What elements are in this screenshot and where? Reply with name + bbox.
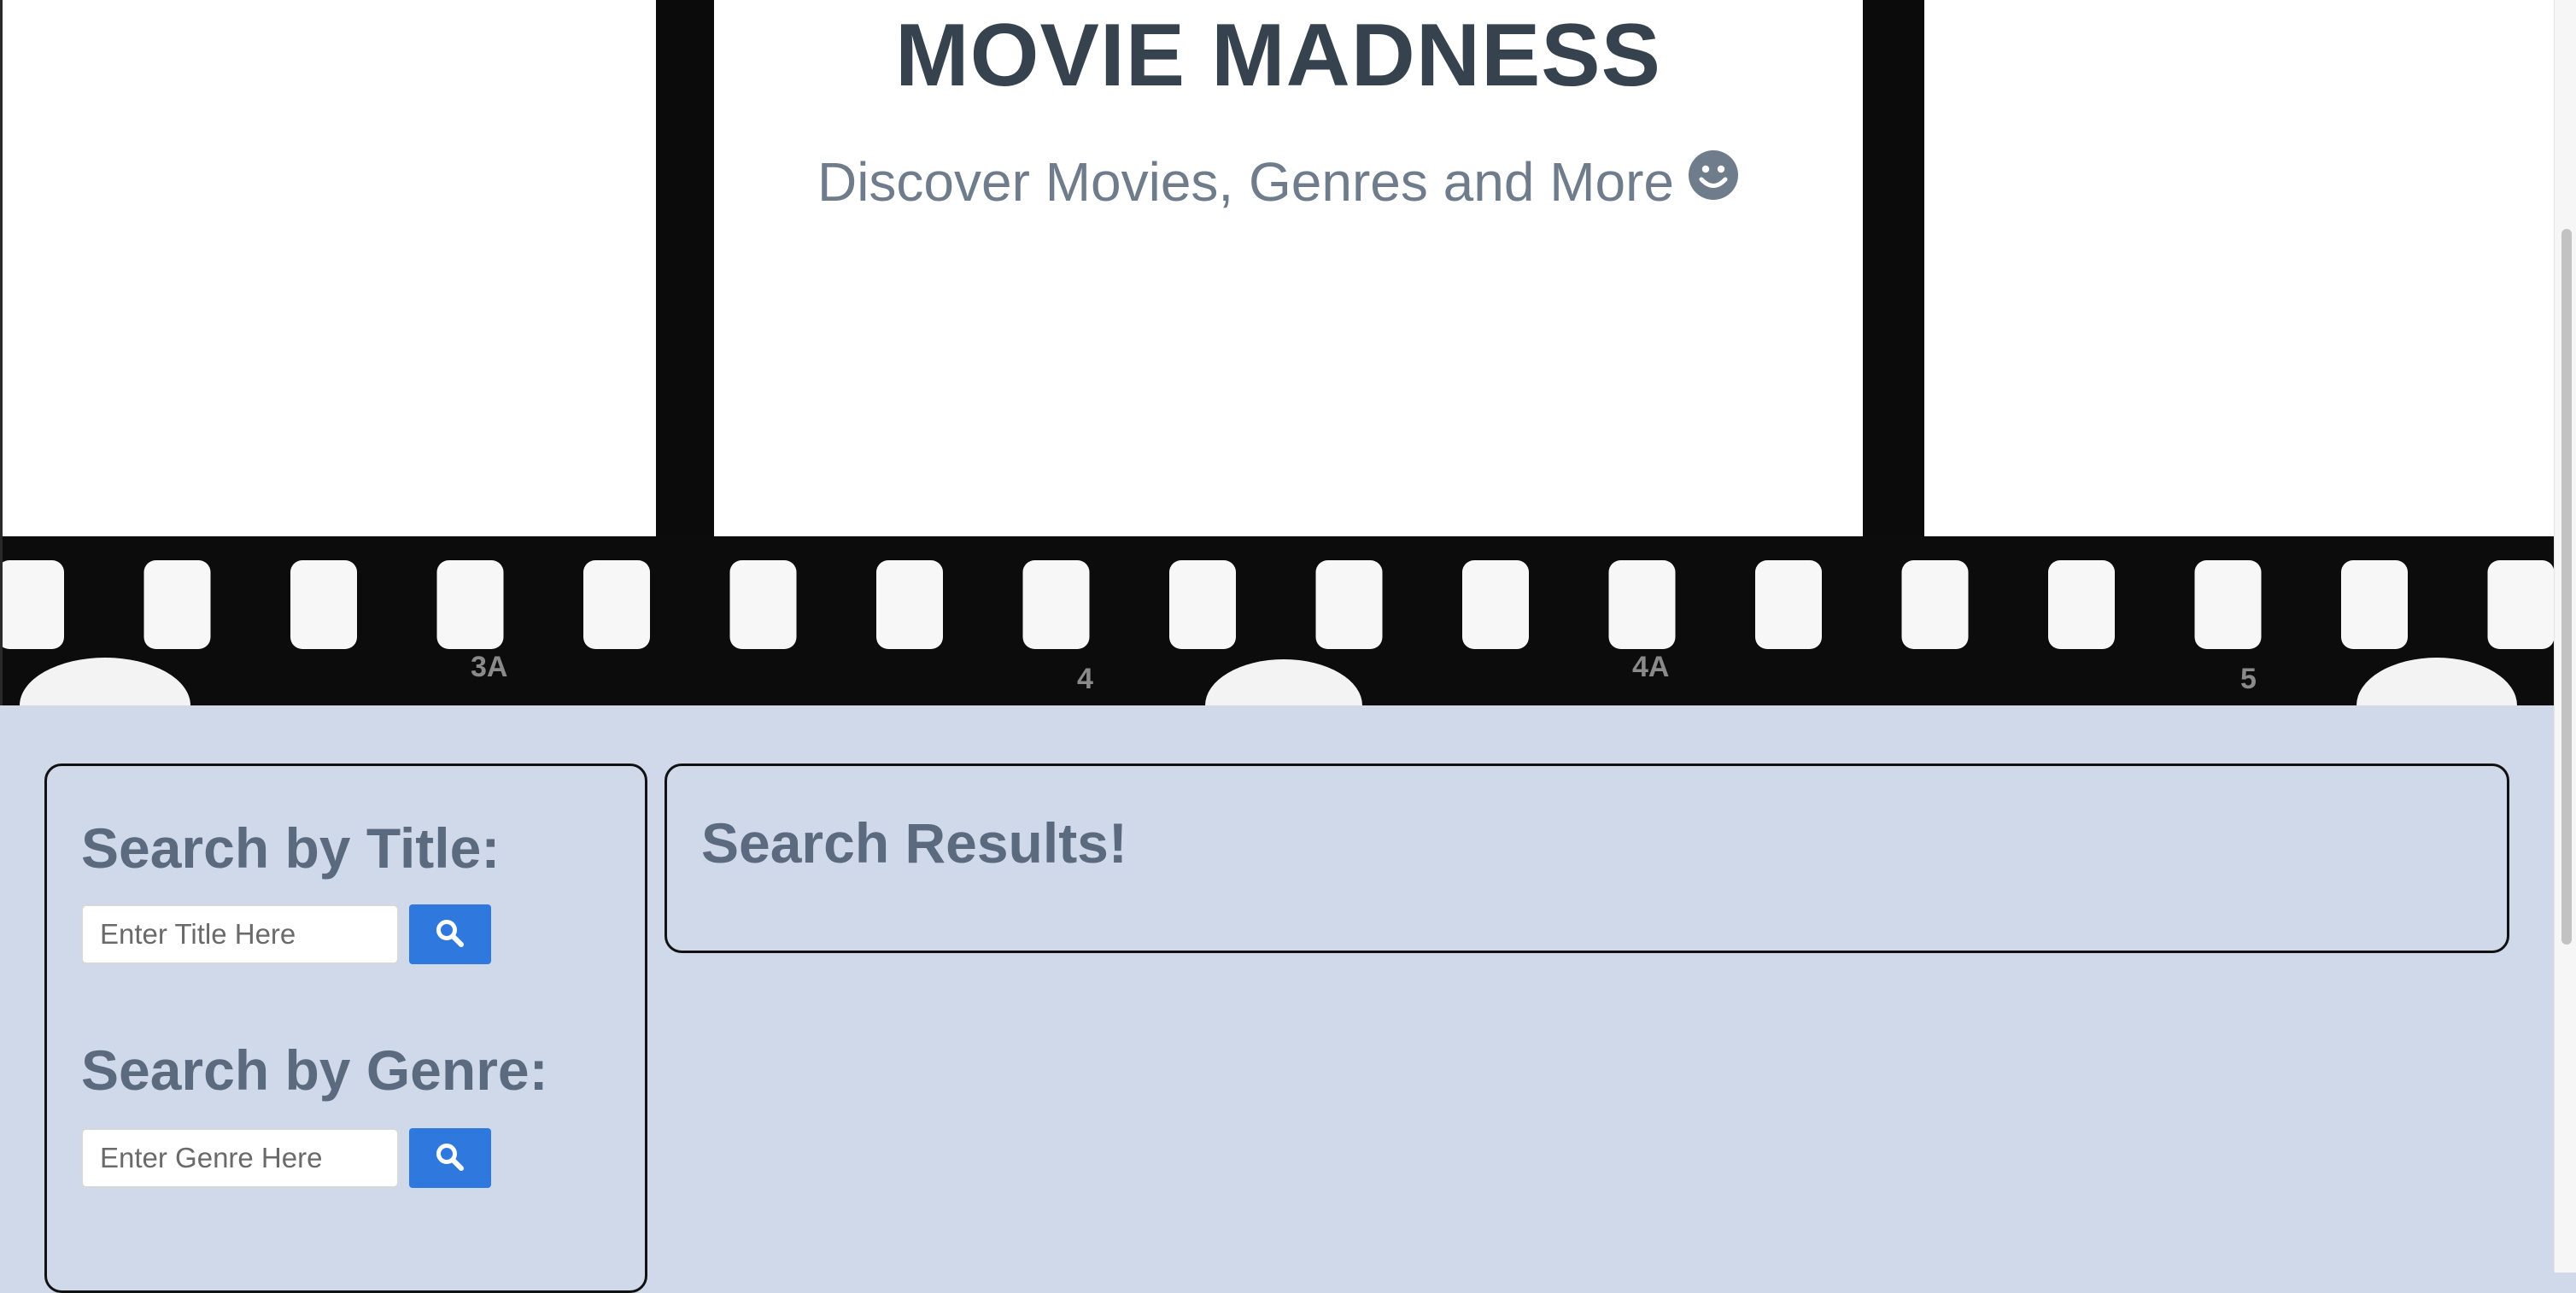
sprocket-hole: [1169, 560, 1236, 649]
title-search-input[interactable]: [81, 904, 399, 964]
page-scrollbar[interactable]: [2554, 0, 2576, 1273]
page-title: MOVIE MADNESS: [894, 6, 1662, 105]
smiley-icon: [1688, 149, 1739, 214]
title-search-button[interactable]: [409, 904, 491, 964]
sprocket-hole: [2487, 560, 2554, 649]
film-frame-number: 5: [2240, 663, 2257, 695]
sprocket-hole: [290, 560, 357, 649]
sprocket-hole: [1901, 560, 1969, 649]
sprocket-hole: [2194, 560, 2262, 649]
sprocket-hole: [2048, 560, 2115, 649]
sprocket-hole: [2341, 560, 2408, 649]
sprocket-hole: [583, 560, 650, 649]
search-icon: [435, 1142, 465, 1175]
sprocket-hole: [436, 560, 504, 649]
sprocket-hole: [1608, 560, 1676, 649]
page-subtitle: Discover Movies, Genres and More: [3, 149, 2554, 219]
film-frame-number: 4A: [1632, 651, 1669, 683]
subtitle-text: Discover Movies, Genres and More: [817, 151, 1675, 213]
sprocket-hole: [876, 560, 943, 649]
sprocket-hole: [1462, 560, 1529, 649]
search-results-panel: Search Results!: [664, 764, 2509, 953]
genre-search-input[interactable]: [81, 1128, 399, 1188]
scrollbar-thumb[interactable]: [2561, 229, 2572, 945]
search-panel: Search by Title: Search by Genre:: [44, 764, 647, 1293]
genre-search-button[interactable]: [409, 1128, 491, 1188]
sprocket-hole: [1315, 560, 1383, 649]
search-icon: [435, 918, 465, 951]
search-by-title-heading: Search by Title:: [81, 816, 501, 880]
search-results-heading: Search Results!: [701, 811, 1127, 875]
sprocket-hole: [729, 560, 797, 649]
sprocket-hole: [3, 560, 64, 649]
hero-banner: 3A 4 4A 5 MOVIE MADNESS Discover Movies,…: [0, 0, 2554, 705]
sprocket-hole: [1022, 560, 1090, 649]
film-frame-number: 3A: [471, 651, 507, 683]
sprocket-hole: [143, 560, 211, 649]
film-frame-number: 4: [1077, 663, 1093, 695]
sprocket-hole: [1755, 560, 1822, 649]
search-by-genre-heading: Search by Genre:: [81, 1038, 548, 1102]
